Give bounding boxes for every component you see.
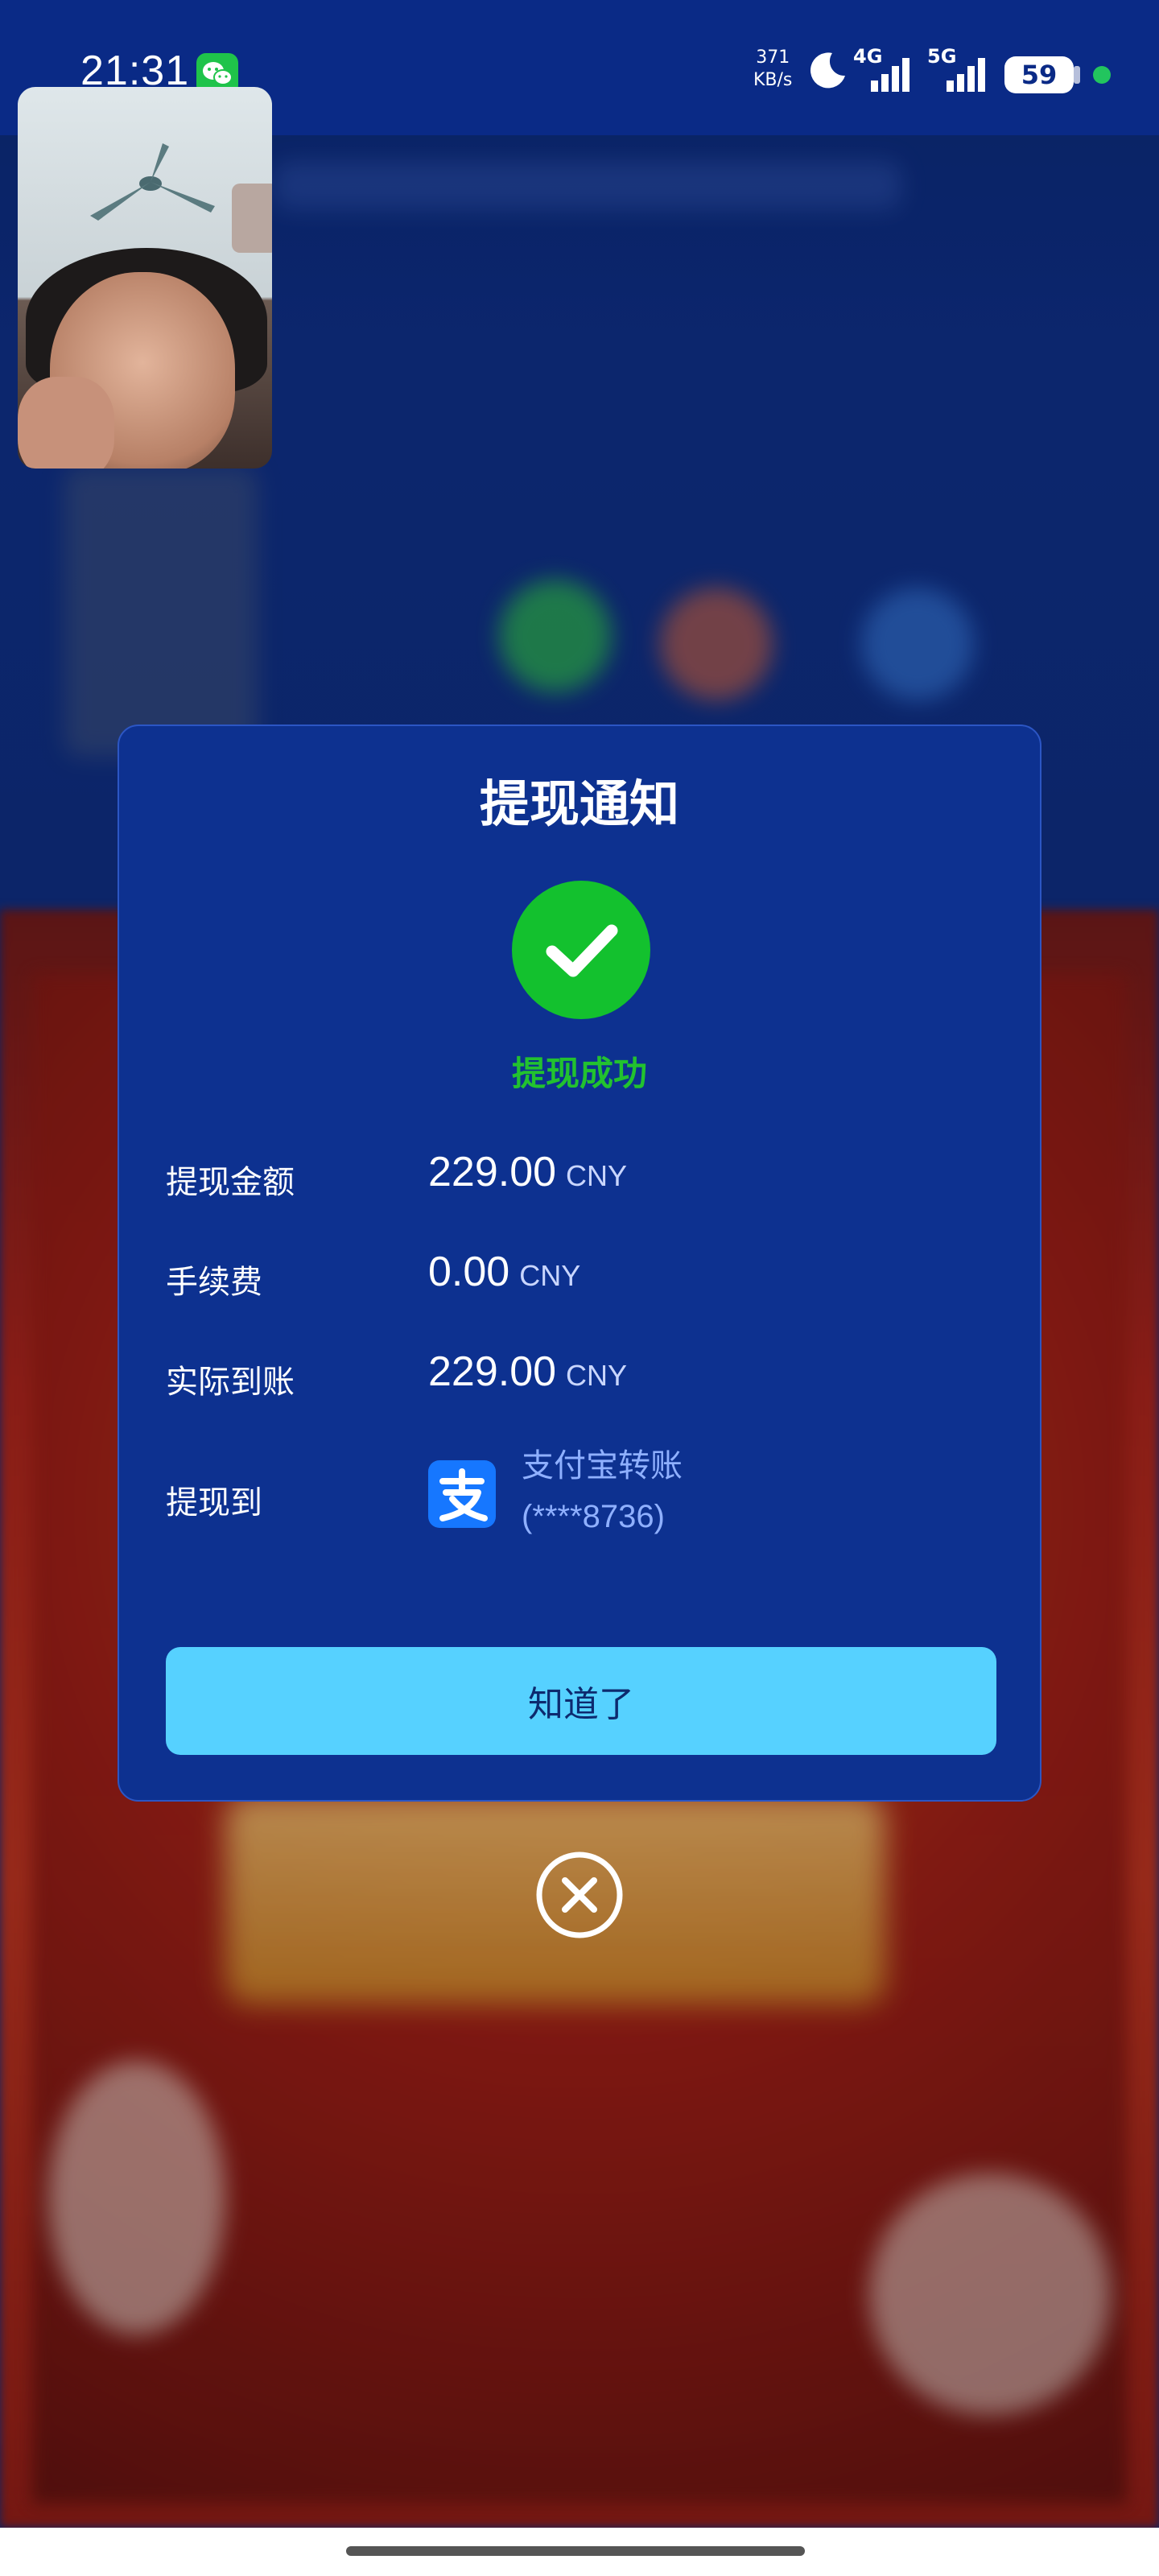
do-not-disturb-moon-icon bbox=[810, 52, 845, 89]
self-preview-thumbnail[interactable] bbox=[232, 184, 272, 253]
success-check-icon bbox=[512, 881, 650, 1019]
camera-in-use-dot bbox=[1093, 66, 1111, 84]
network-speed-value: 371 bbox=[756, 47, 790, 68]
acknowledge-button[interactable]: 知道了 bbox=[166, 1647, 996, 1755]
withdraw-amount-label: 提现金额 bbox=[166, 1164, 295, 1201]
fee-number: 0.00 bbox=[428, 1249, 510, 1295]
signal-bars-icon bbox=[871, 58, 909, 92]
currency-unit: CNY bbox=[566, 1159, 628, 1192]
withdraw-amount-number: 229.00 bbox=[428, 1149, 557, 1195]
battery-tip bbox=[1074, 66, 1080, 84]
currency-unit: CNY bbox=[566, 1359, 628, 1392]
received-amount-label: 实际到账 bbox=[166, 1364, 295, 1401]
success-status-text: 提现成功 bbox=[511, 1054, 647, 1093]
dialog-title: 提现通知 bbox=[479, 774, 679, 833]
currency-unit: CNY bbox=[519, 1259, 581, 1292]
ceiling-fan-icon bbox=[90, 143, 215, 221]
received-amount-value: 229.00 CNY bbox=[428, 1348, 627, 1396]
video-call-window[interactable] bbox=[18, 87, 272, 469]
caller-hand bbox=[18, 377, 114, 469]
signal-4g-indicator: 4G bbox=[853, 45, 921, 93]
fee-label: 手续费 bbox=[166, 1264, 262, 1301]
network-speed-unit: KB/s bbox=[753, 70, 793, 90]
network-speed: 371 KB/s bbox=[753, 47, 792, 92]
signal-5g-indicator: 5G bbox=[927, 45, 996, 93]
withdraw-to-label: 提现到 bbox=[166, 1484, 262, 1521]
battery-indicator: 59 bbox=[1004, 56, 1074, 93]
withdraw-amount-value: 229.00 CNY bbox=[428, 1148, 627, 1196]
alipay-icon bbox=[428, 1460, 496, 1528]
payout-account-masked: (****8736) bbox=[522, 1499, 665, 1534]
withdrawal-notice-dialog: 提现通知 提现成功 提现金额 229.00 CNY 手续费 0.00 CNY 实际到… bbox=[118, 724, 1041, 1802]
payout-method-name: 支付宝转账 bbox=[522, 1447, 683, 1484]
home-indicator[interactable] bbox=[346, 2546, 805, 2556]
signal-bars-icon bbox=[947, 58, 985, 92]
close-dialog-icon[interactable] bbox=[534, 1850, 625, 1940]
fee-value: 0.00 CNY bbox=[428, 1248, 580, 1296]
received-amount-number: 229.00 bbox=[428, 1348, 557, 1395]
